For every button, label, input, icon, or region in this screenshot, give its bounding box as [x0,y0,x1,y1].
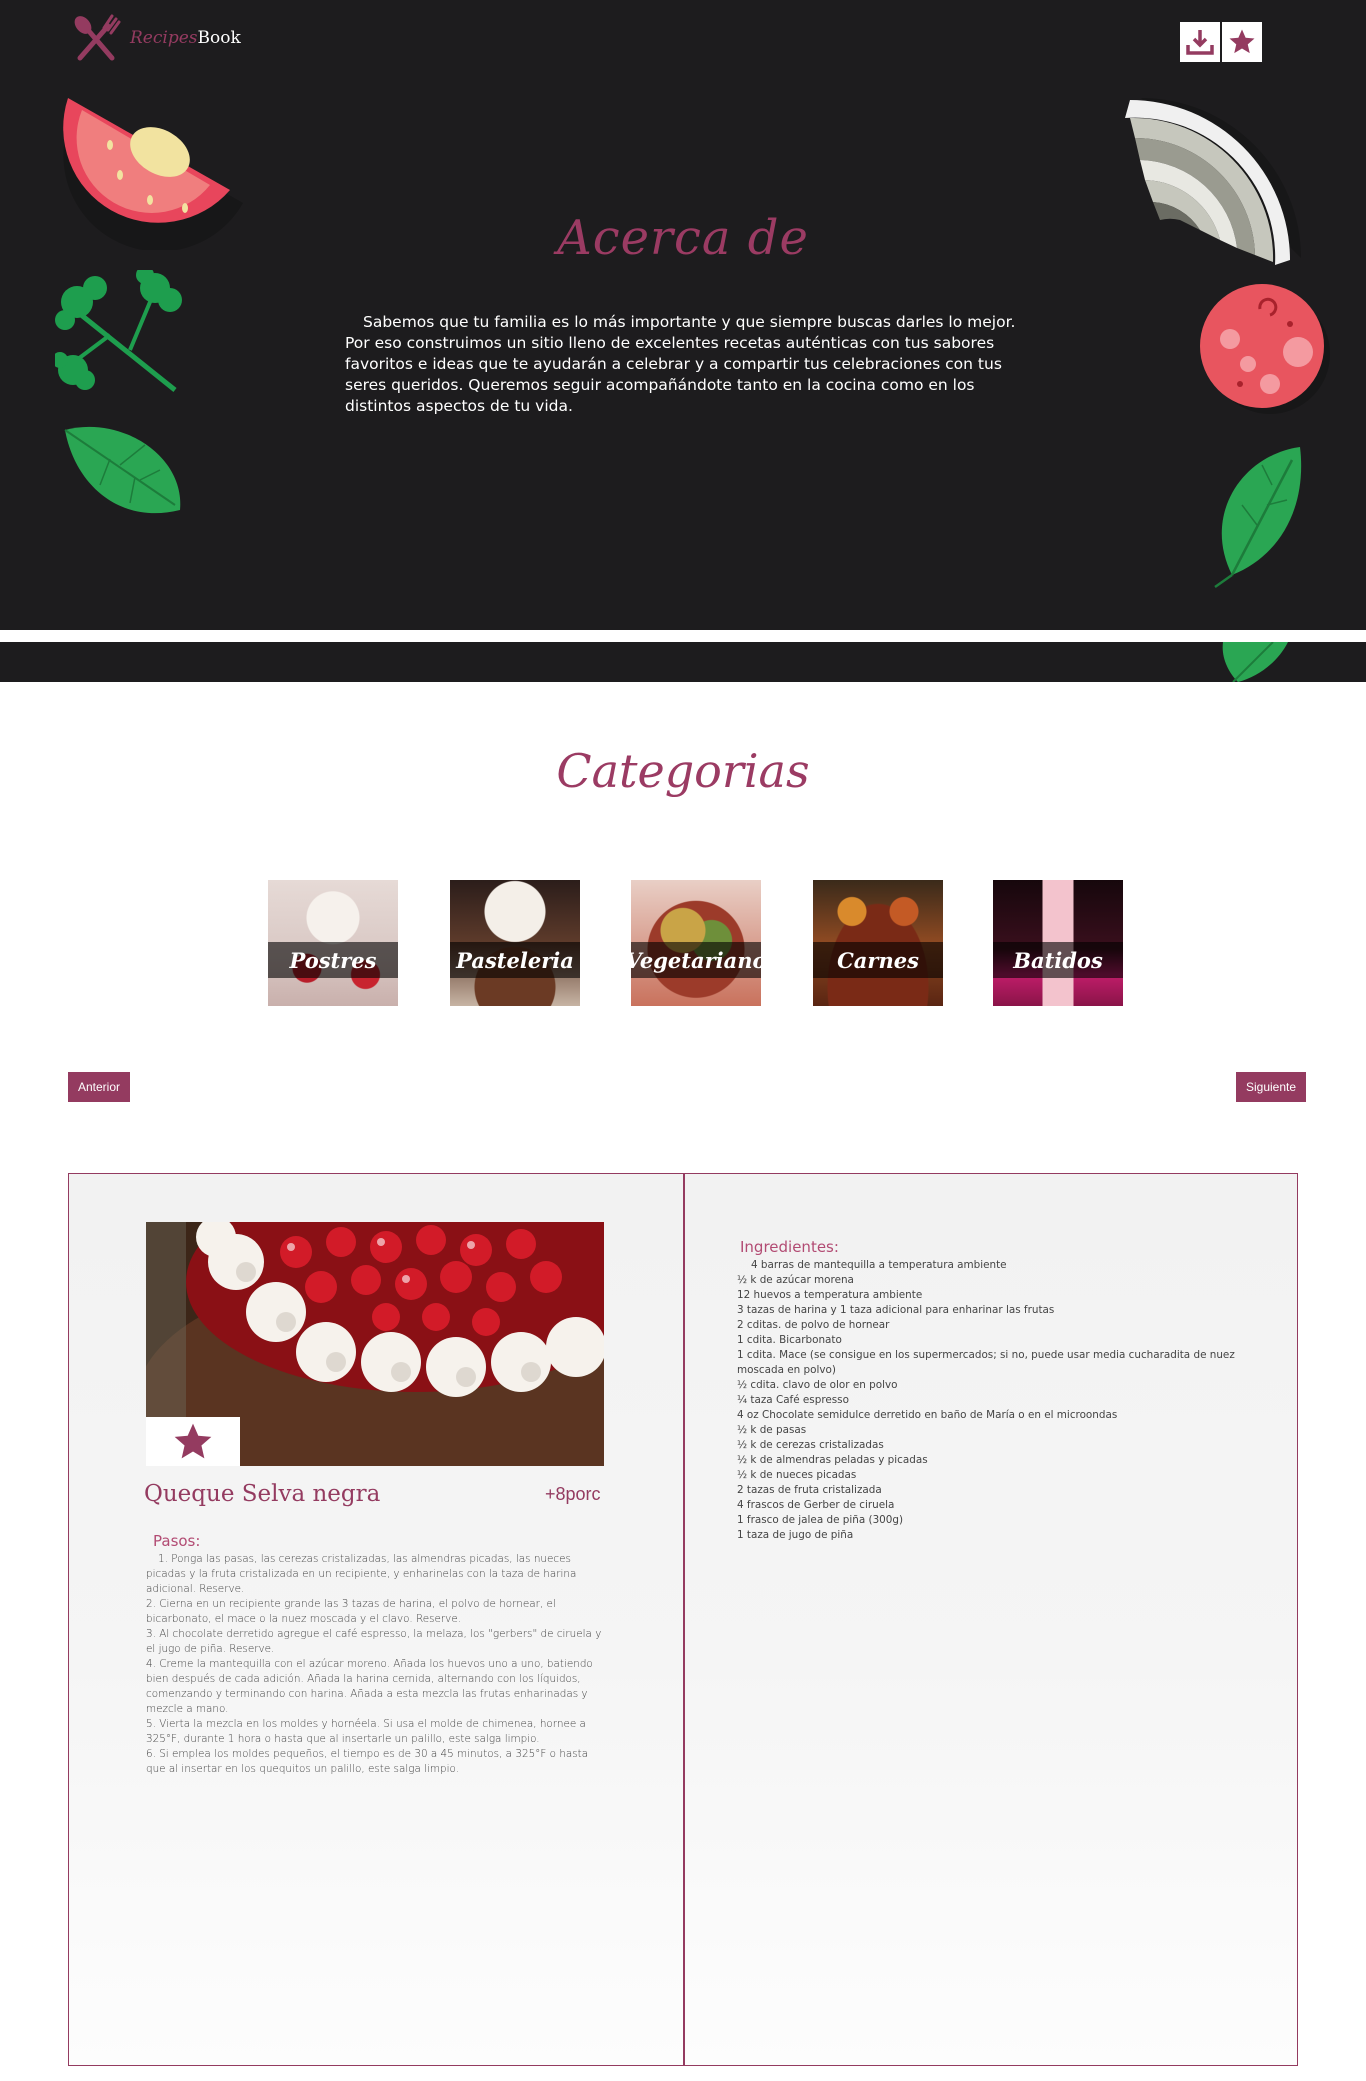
download-button[interactable] [1180,22,1220,62]
ingredient-item: 3 tazas de harina y 1 taza adicional par… [737,1304,1055,1316]
hero-strip [0,642,1366,682]
ingredient-item: ½ k de nueces picadas [737,1469,857,1481]
about-title: Acerca de [557,210,809,266]
ingredient-item: ½ cdita. clavo de olor en polvo [737,1379,898,1391]
steps-list: 1. Ponga las pasas, las cerezas cristali… [146,1552,606,1777]
ingredient-item: 1 taza de jugo de piña [737,1529,854,1541]
recipe-book: Queque Selva negra +8porc Pasos: 1. Pong… [68,1173,1298,2066]
category-pasteleria[interactable]: Pasteleria [450,880,580,1006]
ingredient-item: 12 huevos a temperatura ambiente [737,1289,923,1301]
ingredient-item: ½ k de cerezas cristalizadas [737,1439,884,1451]
step-item: 1. Ponga las pasas, las cerezas cristali… [146,1553,577,1595]
next-button[interactable]: Siguiente [1236,1072,1307,1102]
category-label-band: Batidos [993,942,1123,978]
category-label-band: Postres [268,942,398,978]
ingredient-item: ½ k de azúcar morena [737,1274,854,1286]
ingredient-item: ¼ taza Café espresso [737,1394,849,1406]
step-item: 3. Al chocolate derretido agregue el caf… [146,1628,602,1655]
leaf-icon [64,426,181,514]
about-description: Sabemos que tu familia es lo más importa… [345,313,1016,415]
ingredients-title: Ingredientes: [740,1238,839,1256]
parsley-icon [55,270,182,392]
favorite-button[interactable] [146,1417,240,1466]
recipe-portions: +8porc [545,1484,601,1504]
download-icon [1186,30,1214,55]
leaf-icon [1222,642,1288,682]
ingredient-item: 1 cdita. Bicarbonato [737,1334,842,1346]
ingredient-item: ½ k de pasas [737,1424,807,1436]
category-carnes[interactable]: Carnes [813,880,943,1006]
ingredient-item: 2 cditas. de polvo de hornear [737,1319,890,1331]
category-vegetariano[interactable]: Vegetariano [631,880,761,1006]
ingredient-item: 1 cdita. Mace (se consigue en los superm… [737,1349,1235,1376]
logo[interactable]: RecipesBook [68,10,241,66]
about-section: RecipesBook Acerca de Sabemos que tu fam… [0,0,1366,630]
step-item: 6. Si emplea los moldes pequeños, el tie… [146,1748,589,1775]
brand-name: RecipesBook [130,28,241,48]
ingredient-item: 4 frascos de Gerber de ciruela [737,1499,895,1511]
separator [0,630,1366,642]
star-icon [1229,29,1255,54]
step-item: 2. Cierna en un recipiente grande las 3 … [146,1598,556,1625]
ingredient-item: 4 oz Chocolate semidulce derretido en ba… [737,1409,1118,1421]
categories-title: Categorias [556,744,810,798]
fork-knife-icon [74,14,121,61]
star-icon [174,1423,212,1458]
category-label-band: Carnes [813,942,943,978]
ingredient-item: 2 tazas de fruta cristalizada [737,1484,882,1496]
category-label-band: Vegetariano [631,942,761,978]
book-divider [683,1174,685,2065]
previous-button[interactable]: Anterior [68,1072,131,1102]
ingredients-list: 4 barras de mantequilla a temperatura am… [737,1258,1237,1543]
category-postres[interactable]: Postres [268,880,398,1006]
leaf-icon [1214,447,1302,589]
category-label-band: Pasteleria [450,942,580,978]
step-item: 4. Creme la mantequilla con el azúcar mo… [146,1658,593,1715]
favorites-button[interactable] [1222,22,1262,62]
ingredient-item: 1 frasco de jalea de piña (300g) [737,1514,904,1526]
category-batidos[interactable]: Batidos [993,880,1123,1006]
step-item: 5. Vierta la mezcla en los moldes y horn… [146,1718,586,1745]
ingredient-item: ½ k de almendras peladas y picadas [737,1454,928,1466]
recipe-title: Queque Selva negra [144,1481,381,1507]
tomato-slice-icon [1200,284,1330,414]
steps-title: Pasos: [153,1532,201,1550]
ingredient-item: 4 barras de mantequilla a temperatura am… [751,1259,1007,1271]
